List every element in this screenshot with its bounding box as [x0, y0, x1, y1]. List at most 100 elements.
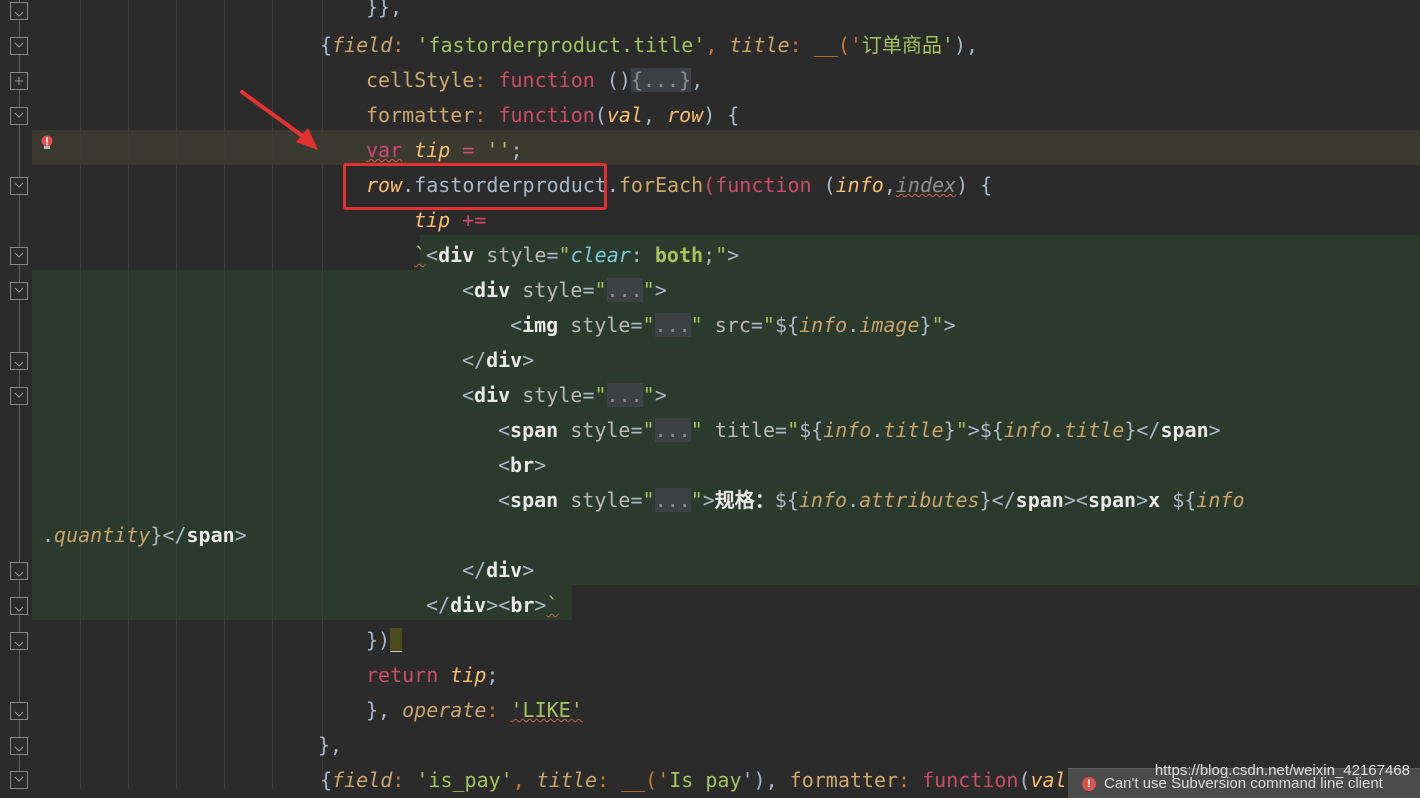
html-tag: div [450, 593, 487, 617]
folded-code-placeholder[interactable]: ... [654, 488, 691, 512]
variable: info [798, 488, 848, 512]
punct: . [847, 313, 860, 337]
fold-end-icon[interactable] [10, 2, 28, 20]
keyword-function: function [715, 173, 812, 197]
code-line[interactable]: })_ [32, 623, 1420, 658]
property-field: field [332, 33, 393, 57]
punct: '), [741, 768, 790, 792]
code-line[interactable]: <br> [32, 448, 1420, 483]
string-literal: 'LIKE' [510, 698, 583, 722]
quote: " [787, 418, 800, 442]
punct: > [522, 348, 535, 372]
code-line[interactable]: {field: 'fastorderproduct.title', title:… [32, 28, 1420, 63]
code-line[interactable]: <span style="..." title="${info.title}">… [32, 413, 1420, 448]
fold-start-icon[interactable] [10, 37, 28, 55]
fold-expand-icon[interactable] [10, 72, 28, 90]
code-line[interactable]: row.fastorderproduct.forEach(function (i… [32, 168, 1420, 203]
keyword-function: function [498, 103, 595, 127]
code-line[interactable]: tip += [32, 203, 1420, 238]
fold-end-icon[interactable] [10, 737, 28, 755]
code-line[interactable]: </div><br>` [32, 588, 1420, 623]
fold-start-icon[interactable] [10, 387, 28, 405]
editor-gutter [0, 0, 32, 789]
fold-start-icon[interactable] [10, 282, 28, 300]
punct: > [234, 523, 247, 547]
code-line[interactable]: <div style="..."> [32, 273, 1420, 308]
param-unused: index [895, 173, 957, 197]
operator: = [450, 138, 487, 162]
quote: " [642, 383, 655, 407]
punct: , [512, 768, 537, 792]
code-line[interactable]: return tip; [32, 658, 1420, 693]
method-name: forEach [618, 173, 704, 197]
string-literal: 订单商品 [861, 33, 942, 57]
property-name: cellStyle [366, 68, 475, 92]
fold-start-icon[interactable] [10, 177, 28, 195]
code-line[interactable]: <span style="...">规格：${info.attributes}<… [32, 483, 1420, 518]
code-line[interactable]: </div> [32, 553, 1420, 588]
fold-end-icon[interactable] [10, 702, 28, 720]
string-quote: ' [941, 33, 954, 57]
lightbulb-warning-icon[interactable] [40, 135, 54, 151]
punct: () [594, 68, 631, 92]
variable: tip [414, 138, 451, 162]
punct: = [775, 418, 788, 442]
fold-end-icon[interactable] [10, 562, 28, 580]
folded-code-placeholder[interactable]: ... [606, 383, 643, 407]
punct: : [486, 698, 511, 722]
punct: < [510, 313, 523, 337]
code-line[interactable]: }, [32, 728, 1420, 763]
css-prop: clear [570, 243, 631, 267]
punct: : [392, 768, 417, 792]
property-access: attributes [859, 488, 980, 512]
code-line[interactable]: .quantity}</span> [32, 518, 1420, 553]
folded-code-placeholder[interactable]: ... [654, 418, 691, 442]
code-line[interactable]: <img style="..." src="${info.image}"> [32, 308, 1420, 343]
property-name: operate [402, 698, 487, 722]
template-delim: } [979, 488, 992, 512]
punct: > [1063, 488, 1076, 512]
quote: " [955, 418, 968, 442]
keyword-var: var [366, 138, 403, 162]
punct: < [498, 453, 511, 477]
fold-end-icon[interactable] [10, 352, 28, 370]
punct: . [42, 523, 55, 547]
punct: . [1052, 418, 1065, 442]
keyword-function: function [498, 68, 595, 92]
code-line[interactable]: }}, [32, 0, 1420, 25]
fold-end-icon[interactable] [10, 632, 28, 650]
quote: " [594, 383, 607, 407]
punct: = [546, 243, 559, 267]
fold-end-icon[interactable] [10, 597, 28, 615]
html-tag: br [510, 593, 535, 617]
folded-code-placeholder[interactable]: {...} [630, 68, 692, 92]
folded-code-placeholder[interactable]: ... [654, 313, 691, 337]
property-access: title [883, 418, 944, 442]
punct: > [943, 313, 956, 337]
quote: " [931, 313, 944, 337]
code-line[interactable]: <div style="..."> [32, 378, 1420, 413]
property-name: formatter [789, 768, 899, 792]
property-access: quantity [54, 523, 151, 547]
code-line[interactable]: </div> [32, 343, 1420, 378]
fold-start-icon[interactable] [10, 107, 28, 125]
fold-start-icon[interactable] [10, 771, 28, 789]
code-line[interactable]: `<div style="clear: both;"> [32, 238, 1420, 273]
string-literal: 'is_pay' [416, 768, 513, 792]
code-line[interactable]: }, operate: 'LIKE' [32, 693, 1420, 728]
punct: < [1075, 488, 1088, 512]
template-delim: ${ [774, 488, 799, 512]
fold-start-icon[interactable] [10, 247, 28, 265]
punct: : __(' [597, 768, 670, 792]
punct: ) { [956, 173, 993, 197]
text-caret: _ [390, 628, 403, 652]
keyword-function: function [922, 768, 1019, 792]
punct: }, [318, 733, 343, 757]
html-attr: style [570, 313, 631, 337]
folded-code-placeholder[interactable]: ... [606, 278, 643, 302]
